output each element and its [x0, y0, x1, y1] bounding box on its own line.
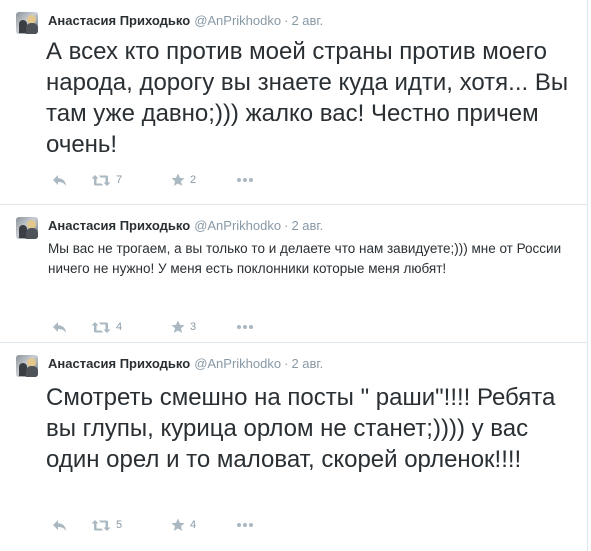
tweet[interactable]: Анастасия Приходько @AnPrikhodko · 2 авг. С…: [0, 343, 588, 551]
tweet-header: Анастасия Приходько @AnPrikhodko · 2 авг.: [48, 13, 323, 29]
favorite-star-icon: [171, 320, 185, 333]
retweet-button[interactable]: 7: [91, 172, 122, 188]
tweet-timestamp[interactable]: 2 авг.: [291, 218, 323, 233]
more-options-button[interactable]: [236, 172, 254, 188]
tweet-text: Мы вас не трогаем, а вы только то и дела…: [48, 241, 562, 276]
more-options-button[interactable]: [236, 319, 254, 335]
retweet-icon: [91, 174, 111, 186]
author-fullname[interactable]: Анастасия Приходько: [48, 356, 190, 371]
favorite-count: 2: [190, 174, 197, 186]
tweet-header: Анастасия Приходько @AnPrikhodko · 2 авг.: [48, 218, 323, 234]
reply-button[interactable]: [52, 319, 67, 335]
reply-button[interactable]: [52, 172, 67, 188]
favorite-button[interactable]: 4: [171, 517, 196, 533]
tweet-timeline: Анастасия Приходько @AnPrikhodko · 2 авг. А…: [0, 0, 588, 551]
tweet-text: А всех кто против моей страны против мое…: [46, 38, 569, 158]
author-fullname[interactable]: Анастасия Приходько: [48, 13, 190, 28]
header-separator: ·: [284, 218, 289, 233]
author-screen-name[interactable]: @AnPrikhodko: [194, 356, 281, 371]
tweet[interactable]: Анастасия Приходько @AnPrikhodko · 2 авг. А…: [0, 0, 588, 205]
favorite-star-icon: [171, 518, 185, 531]
retweet-count: 5: [116, 519, 123, 531]
tweet[interactable]: Анастасия Приходько @AnPrikhodko · 2 авг. М…: [0, 205, 588, 343]
more-options-button[interactable]: [236, 517, 254, 533]
retweet-count: 7: [116, 174, 123, 186]
retweet-count: 4: [116, 321, 123, 333]
retweet-button[interactable]: 4: [91, 319, 122, 335]
more-dots-icon: [237, 523, 253, 527]
author-screen-name[interactable]: @AnPrikhodko: [194, 13, 281, 28]
reply-icon: [53, 174, 66, 186]
reply-icon: [53, 321, 66, 333]
tweet-header: Анастасия Приходько @AnPrikhodko · 2 авг.: [48, 356, 323, 372]
avatar[interactable]: [16, 217, 38, 239]
favorite-button[interactable]: 3: [171, 319, 196, 335]
header-separator: ·: [284, 13, 289, 28]
header-separator: ·: [284, 356, 289, 371]
favorite-button[interactable]: 2: [171, 172, 196, 188]
avatar[interactable]: [16, 12, 38, 34]
tweet-timestamp[interactable]: 2 авг.: [291, 356, 323, 371]
retweet-button[interactable]: 5: [91, 517, 122, 533]
retweet-icon: [91, 321, 111, 333]
tweet-text: Смотреть смешно на посты " раши"!!!! Реб…: [46, 384, 556, 473]
author-fullname[interactable]: Анастасия Приходько: [48, 218, 190, 233]
more-dots-icon: [237, 325, 253, 329]
reply-icon: [53, 519, 66, 531]
favorite-count: 4: [190, 519, 197, 531]
avatar[interactable]: [16, 355, 38, 377]
retweet-icon: [91, 519, 111, 531]
author-screen-name[interactable]: @AnPrikhodko: [194, 218, 281, 233]
tweet-timestamp[interactable]: 2 авг.: [291, 13, 323, 28]
more-dots-icon: [237, 178, 253, 182]
favorite-star-icon: [171, 173, 185, 186]
favorite-count: 3: [190, 321, 197, 333]
reply-button[interactable]: [52, 517, 67, 533]
